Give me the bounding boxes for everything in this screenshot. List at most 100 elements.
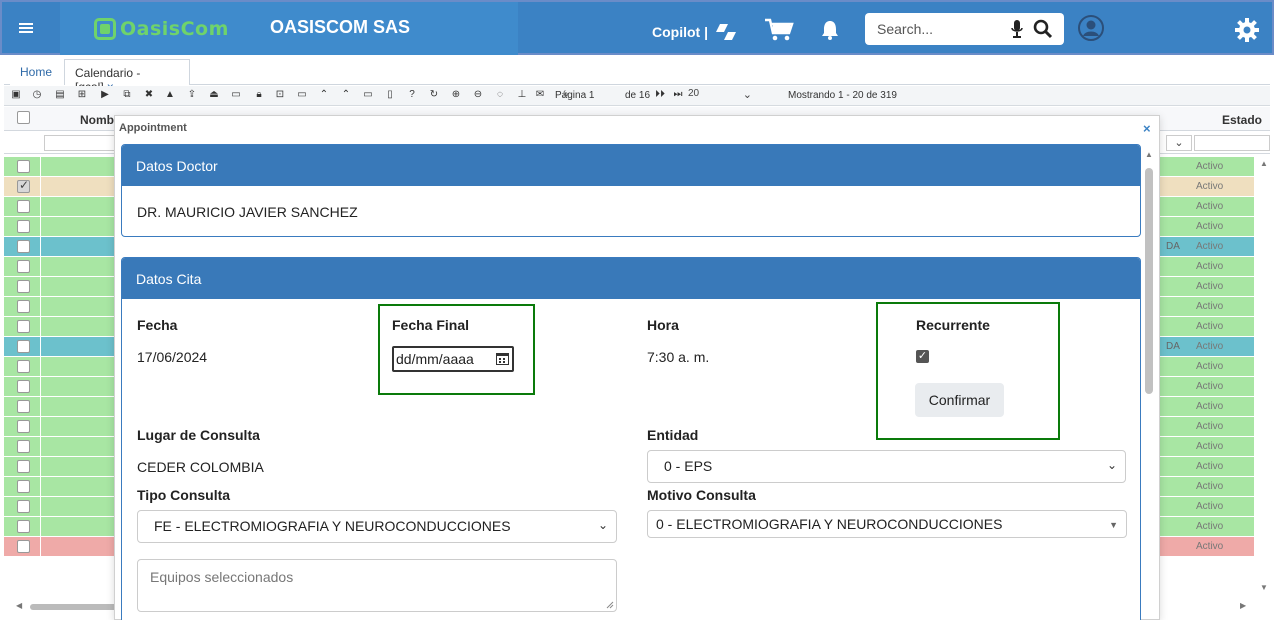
row-checkbox[interactable] [17,280,30,293]
row-estado: Activo [1196,381,1224,392]
warning-tool-icon[interactable]: ▲ [164,89,176,101]
row-checkbox[interactable] [17,160,30,173]
motivo-consulta-select[interactable]: 0 - ELECTROMIOGRAFIA Y NEUROCONDUCCIONES… [647,510,1127,538]
hora-label: Hora [647,317,679,333]
row-checkbox[interactable] [17,520,30,533]
copilot-button[interactable]: Copilot | [652,22,738,42]
tipo-consulta-select[interactable]: FE - ELECTROMIOGRAFIA Y NEUROCONDUCCIONE… [137,510,617,543]
scroll-up-icon[interactable]: ▲ [1260,159,1268,168]
modal-close-icon[interactable]: × [1143,121,1151,136]
page-size-value: 20 [688,88,700,99]
equipos-textarea[interactable]: Equipos seleccionados [137,559,617,612]
row-checkbox[interactable] [17,400,30,413]
collapse-tool-icon[interactable]: ⌃ [318,89,330,101]
scroll-up-icon[interactable]: ▲ [1145,150,1153,159]
filter-select-chevron[interactable]: ⌄ [1166,135,1192,151]
recurrente-checkbox[interactable]: ✓ [916,350,929,363]
expand-tool-icon[interactable]: ⌃ [340,89,352,101]
column-divider [40,477,41,497]
row-estado: Activo [1196,301,1224,312]
search-input[interactable] [865,13,1005,45]
row-checkbox[interactable] [17,200,30,213]
user-avatar-icon[interactable] [1078,15,1104,41]
search-icon[interactable] [1033,19,1053,39]
row-checkbox[interactable] [17,380,30,393]
copilot-label: Copilot | [652,24,709,40]
list-tool-icon[interactable]: ▤ [54,89,66,101]
unlock-tool-icon[interactable]: ⊡ [274,89,286,101]
row-checkbox[interactable] [17,178,30,193]
fecha-final-input[interactable]: dd/mm/aaaa [392,346,514,372]
page-size-select[interactable]: 20 ⌄ [688,88,756,104]
play-tool-icon[interactable]: ▶ [99,89,111,101]
row-checkbox[interactable] [17,300,30,313]
label-tool-icon[interactable]: ▭ [296,89,308,101]
tab-calendario[interactable]: Calendario -[gcal]× [64,59,190,94]
zoom-out-tool-icon[interactable]: ⊖ [472,89,484,101]
row-checkbox[interactable] [17,480,30,493]
calendar-tool-icon[interactable]: ▣ [10,89,22,101]
horizontal-scroll-thumb[interactable] [30,604,126,610]
row-checkbox[interactable] [17,360,30,373]
tab-home[interactable]: Home [10,59,64,85]
scroll-left-icon[interactable]: ◀ [16,601,22,610]
select-all-checkbox[interactable] [17,111,30,124]
cart-tool-icon[interactable]: ⊞ [76,89,88,101]
entidad-select[interactable]: 0 - EPS ⌄ [647,450,1126,483]
comment-tool-icon[interactable]: ◌ [494,89,506,101]
gear-icon[interactable] [1234,17,1260,43]
row-checkbox[interactable] [17,260,30,273]
column-divider [40,297,41,317]
upload-tool-icon[interactable]: ⇪ [186,89,198,101]
cart-icon[interactable] [764,18,794,42]
row-checkbox[interactable] [17,540,30,553]
delete-tool-icon[interactable]: ✖ [143,89,155,101]
row-checkbox[interactable] [17,420,30,433]
page-of: de 16 [625,90,651,101]
clock-tool-icon[interactable]: ◷ [31,89,43,101]
estado-filter-input[interactable] [1194,135,1270,151]
bell-icon[interactable] [820,19,840,41]
modal-scrollbar[interactable]: ▲ [1142,148,1156,616]
scroll-down-icon[interactable]: ▼ [1260,583,1268,592]
microphone-icon[interactable] [1011,20,1023,38]
grid-vertical-scrollbar[interactable]: ▲ ▼ [1256,157,1270,603]
refresh-tool-icon[interactable]: ↻ [428,89,440,101]
row-checkbox[interactable] [17,500,30,513]
help-tool-icon[interactable]: ? [406,89,418,101]
hamburger-menu-icon[interactable] [16,18,36,38]
mail-tool-icon[interactable]: ✉ [534,89,546,101]
pin-tool-icon[interactable]: ⊥ [516,89,528,101]
next-page-icon[interactable]: ⏵⏵ [654,89,666,101]
calendar-icon[interactable] [496,352,509,365]
name-filter-input[interactable] [44,135,124,151]
company-name: OASISCOM SAS [270,17,411,37]
row-checkbox[interactable] [17,240,30,253]
scroll-right-icon[interactable]: ▶ [1240,601,1246,610]
chevron-down-icon: ⌄ [597,518,608,532]
document-tool-icon[interactable]: ▯ [384,89,396,101]
row-checkbox[interactable] [17,340,30,353]
row-checkbox[interactable] [17,440,30,453]
zoom-in-tool-icon[interactable]: ⊕ [450,89,462,101]
lugar-label: Lugar de Consulta [137,427,260,443]
tag-tool-icon[interactable]: ▭ [230,89,242,101]
oasiscom-logo[interactable]: OasisCom [94,18,229,40]
eject-tool-icon[interactable]: ⏏ [208,89,220,101]
column-estado[interactable]: Estado [1222,113,1262,127]
confirmar-button[interactable]: Confirmar [915,383,1004,417]
row-estado: Activo [1196,201,1224,212]
row-checkbox[interactable] [17,220,30,233]
copy-tool-icon[interactable]: ⧉ [121,89,133,101]
last-page-icon[interactable]: ⏭ [672,89,684,101]
field-tool-icon[interactable]: ▭ [362,89,374,101]
modal-scroll-thumb[interactable] [1145,168,1153,394]
entidad-label: Entidad [647,427,699,443]
fecha-final-label: Fecha Final [392,317,470,333]
row-checkbox[interactable] [17,320,30,333]
column-divider [40,217,41,237]
motivo-consulta-value: 0 - ELECTROMIOGRAFIA Y NEUROCONDUCCIONES [656,516,1003,532]
resize-grip-icon[interactable] [606,601,614,609]
lock-tool-icon[interactable]: 🔒︎ [253,89,265,101]
row-checkbox[interactable] [17,460,30,473]
